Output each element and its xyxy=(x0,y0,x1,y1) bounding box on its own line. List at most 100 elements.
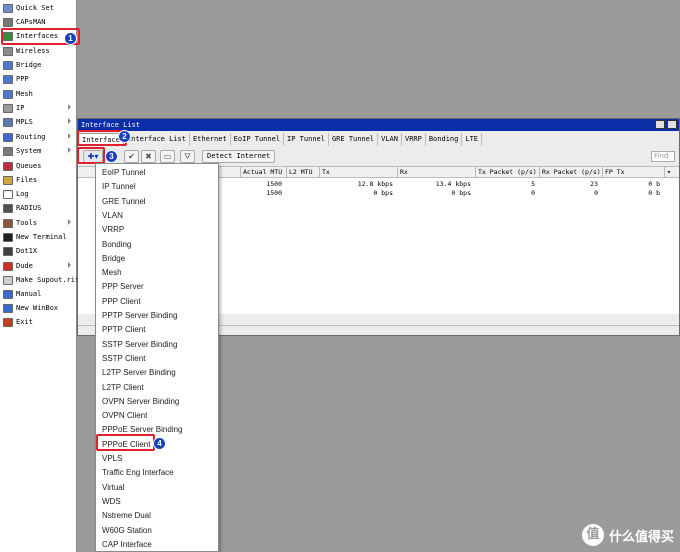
sidebar-item-system[interactable]: System xyxy=(0,144,77,158)
menu-item-pptp-server-binding[interactable]: PPTP Server Binding xyxy=(102,310,177,322)
ppp-icon xyxy=(3,74,13,84)
tab-vrrp[interactable]: VRRP xyxy=(402,133,426,146)
sidebar-item-dot1x[interactable]: Dot1X xyxy=(0,244,77,258)
menu-item-ppp-client[interactable]: PPP Client xyxy=(102,296,141,308)
watermark-logo: 值 xyxy=(581,524,604,546)
tab-ip-tunnel[interactable]: IP Tunnel xyxy=(284,133,329,146)
sidebar-item-quick-set[interactable]: Quick Set xyxy=(0,1,77,15)
filter-icon[interactable]: ⛛ xyxy=(180,150,195,163)
sidebar-item-wireless[interactable]: Wireless xyxy=(0,44,77,58)
column-header[interactable]: Rx xyxy=(397,167,475,178)
menu-item-mesh[interactable]: Mesh xyxy=(102,267,122,279)
sidebar-item-ppp[interactable]: PPP xyxy=(0,72,77,86)
tab-vlan[interactable]: VLAN xyxy=(378,133,402,146)
routing-icon xyxy=(3,132,13,142)
chevron-right-icon xyxy=(68,262,71,268)
menu-item-vlan[interactable]: VLAN xyxy=(102,210,123,222)
close-icon[interactable] xyxy=(667,120,677,129)
column-header[interactable]: L2 MTU xyxy=(286,167,319,178)
menu-item-l2tp-server-binding[interactable]: L2TP Server Binding xyxy=(102,367,176,379)
tab-gre-tunnel[interactable]: GRE Tunnel xyxy=(329,133,379,146)
sidebar-item-label: Routing xyxy=(16,133,46,141)
log-icon xyxy=(3,189,13,199)
menu-item-pptp-client[interactable]: PPTP Client xyxy=(102,324,145,336)
window-titlebar[interactable]: Interface List xyxy=(78,119,679,131)
sidebar-item-bridge[interactable]: Bridge xyxy=(0,58,77,72)
menu-item-vrrp[interactable]: VRRP xyxy=(102,224,124,236)
disable-icon[interactable]: ✖ xyxy=(141,150,156,163)
chevron-right-icon xyxy=(68,147,71,153)
restore-icon[interactable] xyxy=(655,120,665,129)
menu-item-nstreme-dual[interactable]: Nstreme Dual xyxy=(102,510,151,522)
sidebar-item-new-winbox[interactable]: New WinBox xyxy=(0,301,77,315)
bridge-icon xyxy=(3,60,13,70)
sidebar-item-dude[interactable]: Dude xyxy=(0,259,77,273)
step-badge-3: 3 xyxy=(105,150,118,163)
menu-item-eoip-tunnel[interactable]: EoIP Tunnel xyxy=(102,167,145,179)
dot1x-icon xyxy=(3,246,13,256)
table-cell-actual-mtu: 1500 xyxy=(266,180,282,188)
menu-item-traffic-eng-interface[interactable]: Traffic Eng Interface xyxy=(102,467,174,479)
column-header[interactable]: Actual MTU xyxy=(240,167,286,178)
terminal-icon xyxy=(3,232,13,242)
menu-item-ovpn-server-binding[interactable]: OVPN Server Binding xyxy=(102,396,179,408)
menu-item-bridge[interactable]: Bridge xyxy=(102,253,125,265)
menu-item-virtual[interactable]: Virtual xyxy=(102,482,125,494)
menu-item-l2tp-client[interactable]: L2TP Client xyxy=(102,382,144,394)
watermark: 值 什么值得买 xyxy=(581,524,674,546)
sidebar-item-mpls[interactable]: MPLS xyxy=(0,115,77,129)
menu-item-vpls[interactable]: VPLS xyxy=(102,453,122,465)
menu-item-cap-interface[interactable]: CAP Interface xyxy=(102,539,152,551)
sidebar-item-radius[interactable]: RADIUS xyxy=(0,201,77,215)
sidebar-item-label: Bridge xyxy=(16,61,42,69)
menu-item-sstp-server-binding[interactable]: SSTP Server Binding xyxy=(102,339,177,351)
menu-item-wds[interactable]: WDS xyxy=(102,496,121,508)
sidebar-item-label: Quick Set xyxy=(16,4,54,12)
sidebar-item-manual[interactable]: Manual xyxy=(0,287,77,301)
tab-lte[interactable]: LTE xyxy=(462,133,483,146)
menu-item-w60g-station[interactable]: W60G Station xyxy=(102,525,152,537)
tab-ethernet[interactable]: Ethernet xyxy=(190,133,231,146)
sidebar-item-tools[interactable]: Tools xyxy=(0,216,77,230)
chevron-right-icon xyxy=(68,104,71,110)
table-cell-actual-mtu: 1500 xyxy=(266,189,282,197)
sidebar-item-mesh[interactable]: Mesh xyxy=(0,87,77,101)
detect-internet-button[interactable]: Detect Internet xyxy=(202,150,276,163)
ip-icon xyxy=(3,103,13,113)
column-header[interactable]: FP Tx xyxy=(602,167,664,178)
column-header[interactable]: Tx xyxy=(319,167,397,178)
column-menu-icon[interactable]: ▾ xyxy=(664,167,679,178)
column-header[interactable]: Tx Packet (p/s) xyxy=(475,167,539,178)
sidebar-item-new-terminal[interactable]: New Terminal xyxy=(0,230,77,244)
menu-item-ppp-server[interactable]: PPP Server xyxy=(102,281,144,293)
sidebar-item-routing[interactable]: Routing xyxy=(0,130,77,144)
column-header[interactable]: Rx Packet (p/s) xyxy=(539,167,602,178)
sidebar-item-files[interactable]: Files xyxy=(0,173,77,187)
menu-item-sstp-client[interactable]: SSTP Client xyxy=(102,353,145,365)
menu-item-gre-tunnel[interactable]: GRE Tunnel xyxy=(102,196,146,208)
sidebar-item-exit[interactable]: Exit xyxy=(0,315,77,329)
mpls-icon xyxy=(3,117,13,127)
comment-icon[interactable]: ▭ xyxy=(160,150,175,163)
sidebar-item-label: IP xyxy=(16,104,25,112)
table-cell-tx: 0 bps xyxy=(373,189,393,197)
tab-bonding[interactable]: Bonding xyxy=(426,133,463,146)
sidebar-item-capsman[interactable]: CAPsMAN xyxy=(0,15,77,29)
menu-item-ip-tunnel[interactable]: IP Tunnel xyxy=(102,181,136,193)
menu-item-bonding[interactable]: Bonding xyxy=(102,239,131,251)
sidebar-item-label: RADIUS xyxy=(16,204,42,212)
table-cell-l2-mtu xyxy=(286,180,315,189)
sidebar-item-queues[interactable]: Queues xyxy=(0,159,77,173)
add-interface-menu: EoIP Tunnel IP Tunnel GRE Tunnel VLAN VRRP Bo… xyxy=(95,163,219,552)
tab-eoip-tunnel[interactable]: EoIP Tunnel xyxy=(231,133,285,146)
step-badge-1: 1 xyxy=(64,32,77,45)
enable-icon[interactable]: ✔ xyxy=(124,150,139,163)
sidebar-item-ip[interactable]: IP xyxy=(0,101,77,115)
find-input[interactable]: Find xyxy=(651,151,675,162)
tab-interface-list[interactable]: Interface List xyxy=(124,133,190,146)
sidebar-item-label: MPLS xyxy=(16,118,33,126)
sidebar-item-make-supout-rif[interactable]: Make Supout.rif xyxy=(0,273,79,287)
table-cell-fp-tx: 0 b xyxy=(648,189,660,197)
menu-item-ovpn-client[interactable]: OVPN Client xyxy=(102,410,147,422)
sidebar-item-log[interactable]: Log xyxy=(0,187,77,201)
